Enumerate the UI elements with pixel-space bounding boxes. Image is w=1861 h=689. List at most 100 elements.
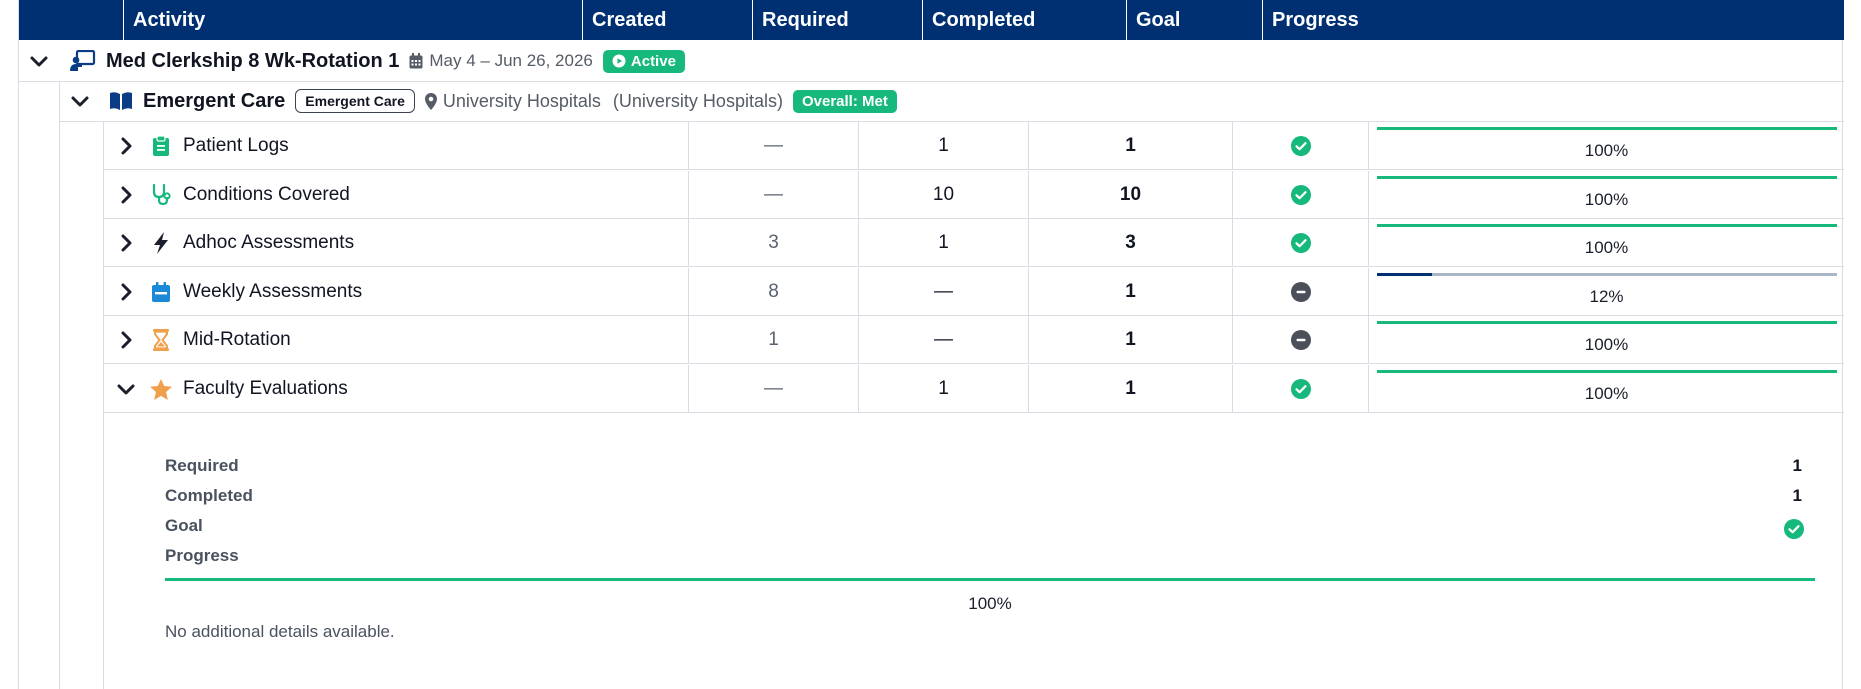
star-icon (149, 378, 173, 400)
detail-completed-value: 1 (1792, 486, 1802, 505)
progress-bar-fill (1377, 224, 1837, 228)
activity-label[interactable]: Weekly Assessments (183, 281, 362, 303)
progress-percent: 12% (1589, 286, 1624, 306)
status-badge: Active (602, 49, 685, 73)
activity-cell[interactable]: Conditions Covered (103, 170, 689, 219)
detail-progress-bar (165, 578, 1815, 581)
activity-cell[interactable]: Patient Logs (103, 122, 689, 170)
check-circle-icon (1290, 136, 1311, 156)
created-cell: 3 (689, 219, 859, 268)
progress-bar-fill (1377, 272, 1433, 276)
calendar-icon (149, 281, 173, 302)
progress-cell: 12% (1369, 268, 1844, 316)
required-cell: — (859, 316, 1029, 365)
rotation-title[interactable]: Med Clerkship 8 Wk-Rotation 1 (106, 50, 399, 73)
progress-cell: 100% (1369, 219, 1844, 267)
progress-percent: 100% (1584, 141, 1629, 160)
activity-label[interactable]: Faculty Evaluations (183, 378, 348, 400)
chevron-down-icon[interactable] (69, 90, 91, 112)
indent-guide (59, 81, 60, 689)
check-circle-icon (1290, 379, 1311, 399)
activity-row[interactable]: Adhoc Assessments 3 1 3 100% (103, 219, 1844, 268)
created-cell: 8 (689, 267, 859, 316)
site-tag: Emergent Care (295, 89, 415, 113)
rotation-row[interactable]: Med Clerkship 8 Wk-Rotation 1 May 4 – Ju… (28, 44, 685, 78)
chevron-right-icon[interactable] (115, 329, 137, 351)
required-cell: 1 (859, 219, 1029, 268)
chevron-down-icon[interactable] (28, 50, 50, 72)
column-header-created[interactable]: Created (582, 0, 752, 40)
column-header-required[interactable]: Required (752, 0, 922, 40)
created-cell: 1 (689, 316, 859, 365)
minus-circle-icon (1290, 330, 1311, 351)
site-location-parent: (University Hospitals) (612, 90, 783, 111)
activity-cell[interactable]: Faculty Evaluations (103, 365, 689, 413)
detail-required-value: 1 (1792, 456, 1802, 475)
completed-cell: 1 (1029, 267, 1233, 316)
activity-cell[interactable]: Mid-Rotation (103, 316, 689, 365)
column-header-completed[interactable]: Completed (922, 0, 1126, 40)
site-row[interactable]: Emergent Care Emergent Care University H… (69, 84, 897, 118)
check-circle-icon (1290, 184, 1311, 205)
stethoscope-icon (149, 183, 173, 206)
check-circle-icon (1784, 519, 1804, 539)
presentation-board-icon (70, 50, 96, 71)
chevron-right-icon[interactable] (115, 135, 137, 157)
chevron-down-icon[interactable] (115, 378, 137, 400)
progress-bar (1377, 224, 1837, 228)
activity-row[interactable]: Patient Logs — 1 1 100% (103, 122, 1844, 170)
minus-circle-icon (1290, 281, 1311, 302)
completed-cell: 1 (1029, 316, 1233, 365)
activity-row[interactable]: Faculty Evaluations — 1 1 100% (103, 365, 1844, 413)
completed-cell: 3 (1029, 219, 1233, 268)
site-location: University Hospitals (442, 90, 601, 111)
detail-progress-label: Progress (165, 546, 239, 565)
clipboard-icon (149, 136, 173, 156)
progress-table: Activity Created Required Completed Goal… (18, 0, 1844, 689)
table-header: Activity Created Required Completed Goal… (19, 0, 1844, 40)
column-header-goal[interactable]: Goal (1126, 0, 1262, 40)
play-circle-icon (612, 54, 626, 68)
activity-cell[interactable]: Weekly Assessments (103, 267, 689, 316)
detail-goal-label: Goal (165, 516, 203, 535)
activity-row[interactable]: Conditions Covered — 10 10 100% (103, 170, 1844, 219)
overall-status-badge: Overall: Met (792, 89, 897, 113)
activity-cell[interactable]: Adhoc Assessments (103, 219, 689, 268)
progress-bar (1377, 370, 1837, 373)
completed-cell: 1 (1029, 122, 1233, 170)
activity-label[interactable]: Conditions Covered (183, 184, 350, 206)
goal-cell (1233, 122, 1369, 170)
progress-bar-fill (1377, 175, 1837, 179)
site-title[interactable]: Emergent Care (143, 90, 285, 113)
map-pin-icon (424, 92, 437, 110)
chevron-right-icon[interactable] (115, 281, 137, 303)
column-header-activity[interactable]: Activity (123, 0, 582, 40)
progress-bar-fill (1377, 370, 1837, 373)
required-cell: 1 (859, 365, 1029, 413)
completed-cell: 1 (1029, 365, 1233, 413)
activity-row[interactable]: Mid-Rotation 1 — 1 100% (103, 316, 1844, 365)
progress-percent: 100% (1584, 238, 1629, 258)
progress-bar (1377, 321, 1837, 325)
progress-cell: 100% (1369, 365, 1844, 413)
progress-percent: 100% (1584, 189, 1629, 209)
progress-cell: 100% (1369, 122, 1844, 170)
chevron-right-icon[interactable] (115, 184, 137, 206)
required-cell: — (859, 267, 1029, 316)
activity-label[interactable]: Adhoc Assessments (183, 232, 354, 254)
goal-cell (1233, 219, 1369, 268)
activity-label[interactable]: Patient Logs (183, 135, 289, 157)
detail-completed-label: Completed (165, 486, 253, 505)
progress-cell: 100% (1369, 316, 1844, 364)
progress-bar-fill (1377, 321, 1837, 325)
goal-cell (1233, 267, 1369, 316)
column-header-progress[interactable]: Progress (1262, 0, 1844, 40)
bolt-icon (149, 232, 173, 255)
progress-percent: 100% (1584, 335, 1629, 355)
activity-row[interactable]: Weekly Assessments 8 — 1 12% (103, 267, 1844, 316)
status-badge-label: Active (630, 52, 676, 70)
book-open-icon (110, 92, 132, 110)
progress-cell: 100% (1369, 171, 1844, 219)
chevron-right-icon[interactable] (115, 232, 137, 254)
activity-label[interactable]: Mid-Rotation (183, 329, 291, 351)
